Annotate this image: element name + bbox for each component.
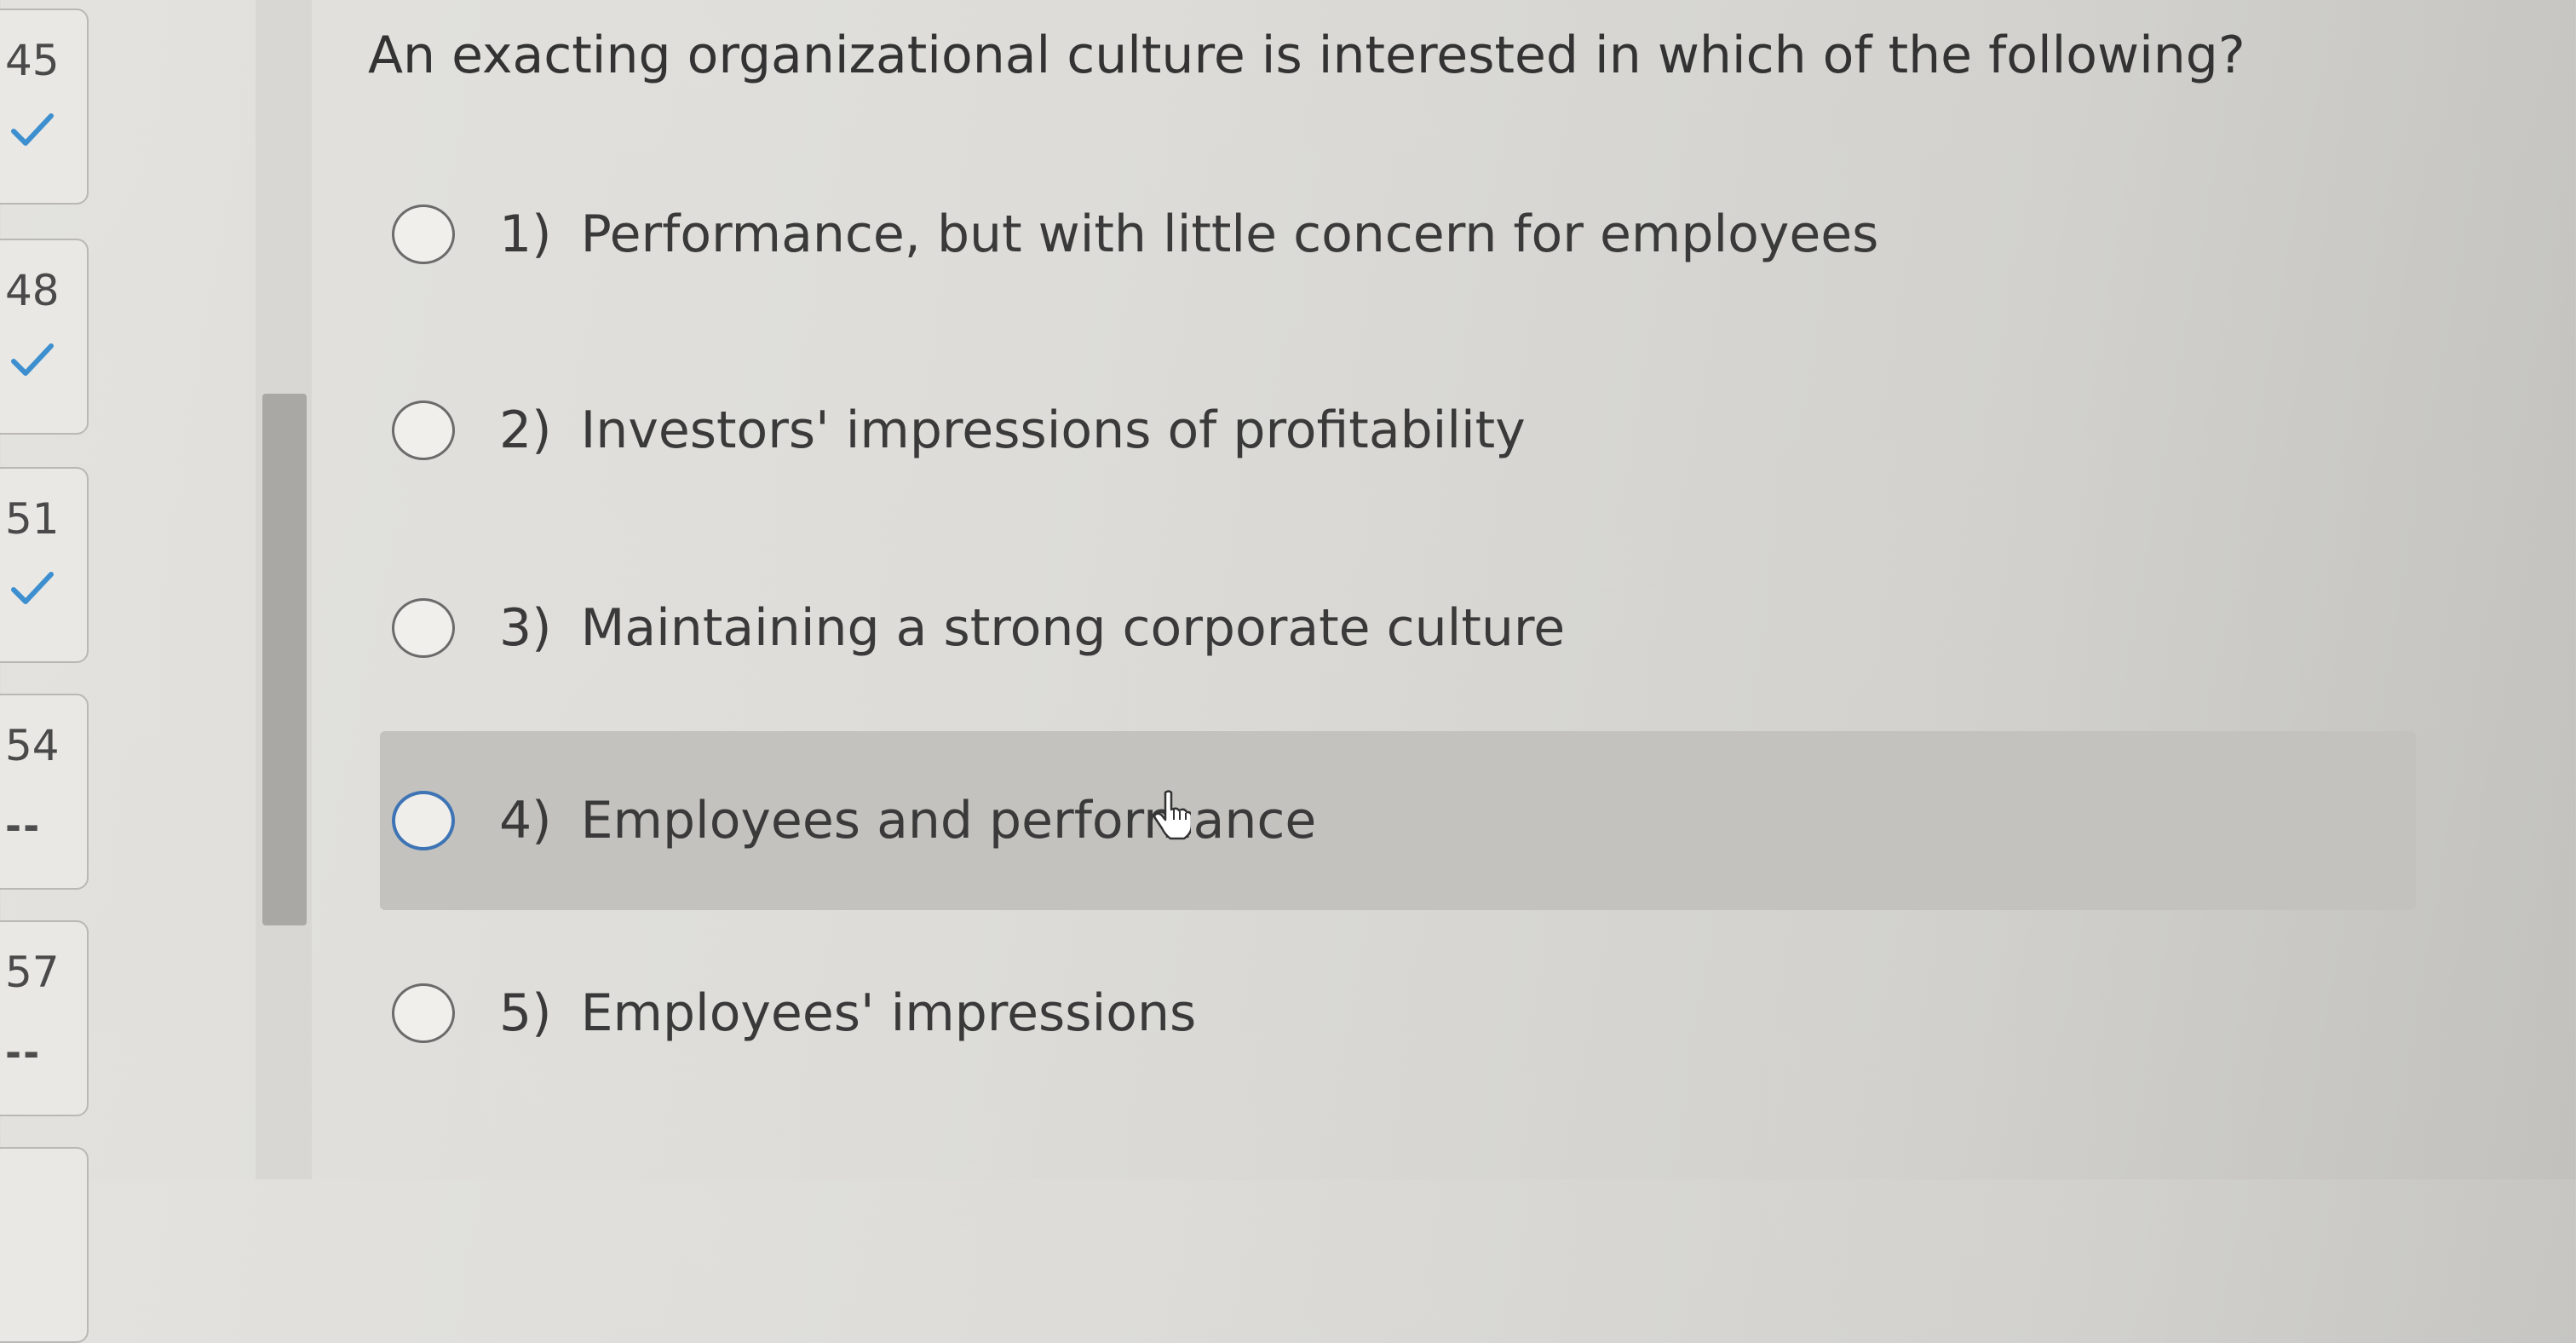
option-number: 3) [499, 598, 552, 658]
checkmark-icon [11, 113, 54, 146]
unanswered-mark: -- [5, 803, 42, 849]
answer-option-1[interactable]: 1) Performance, but with little concern … [380, 145, 2416, 324]
nav-item-51[interactable]: 51 [0, 467, 89, 663]
option-label[interactable]: Employees and performance [581, 791, 1317, 850]
nav-item-number: 48 [5, 266, 60, 315]
option-label[interactable]: Employees' impressions [581, 983, 1197, 1043]
checkmark-icon [11, 572, 54, 604]
option-number: 5) [499, 983, 552, 1043]
nav-item-number: 51 [5, 494, 60, 544]
answer-option-3[interactable]: 3) Maintaining a strong corporate cultur… [380, 539, 2416, 718]
radio-button[interactable] [392, 205, 455, 264]
nav-item-number: 45 [5, 36, 60, 85]
nav-item-number: 54 [5, 721, 60, 770]
option-label[interactable]: Maintaining a strong corporate culture [581, 598, 1566, 658]
question-text: An exacting organizational culture is in… [368, 26, 2245, 85]
nav-item-54[interactable]: 54 -- [0, 694, 89, 890]
option-label[interactable]: Investors' impressions of profitability [581, 401, 1526, 460]
nav-item-number: 57 [5, 948, 60, 997]
option-number: 1) [499, 205, 552, 264]
hand-pointer-cursor-icon [1153, 790, 1191, 840]
unanswered-mark: -- [5, 1029, 42, 1075]
option-number: 2) [499, 401, 552, 460]
nav-item-48[interactable]: 48 [0, 239, 89, 435]
nav-item-next[interactable] [0, 1147, 89, 1343]
radio-button[interactable] [392, 401, 455, 460]
answer-option-4[interactable]: 4) Employees and performance [380, 731, 2416, 910]
radio-button[interactable] [392, 983, 455, 1043]
nav-item-57[interactable]: 57 -- [0, 920, 89, 1116]
radio-button[interactable] [392, 598, 455, 658]
radio-button[interactable] [392, 791, 455, 850]
answer-option-2[interactable]: 2) Investors' impressions of profitabili… [380, 341, 2416, 520]
option-number: 4) [499, 791, 552, 850]
answer-option-5[interactable]: 5) Employees' impressions [380, 924, 2416, 1103]
checkmark-icon [11, 343, 54, 376]
nav-item-45[interactable]: 45 [0, 9, 89, 205]
option-label[interactable]: Performance, but with little concern for… [581, 205, 1879, 264]
scrollbar-thumb[interactable] [262, 394, 307, 925]
